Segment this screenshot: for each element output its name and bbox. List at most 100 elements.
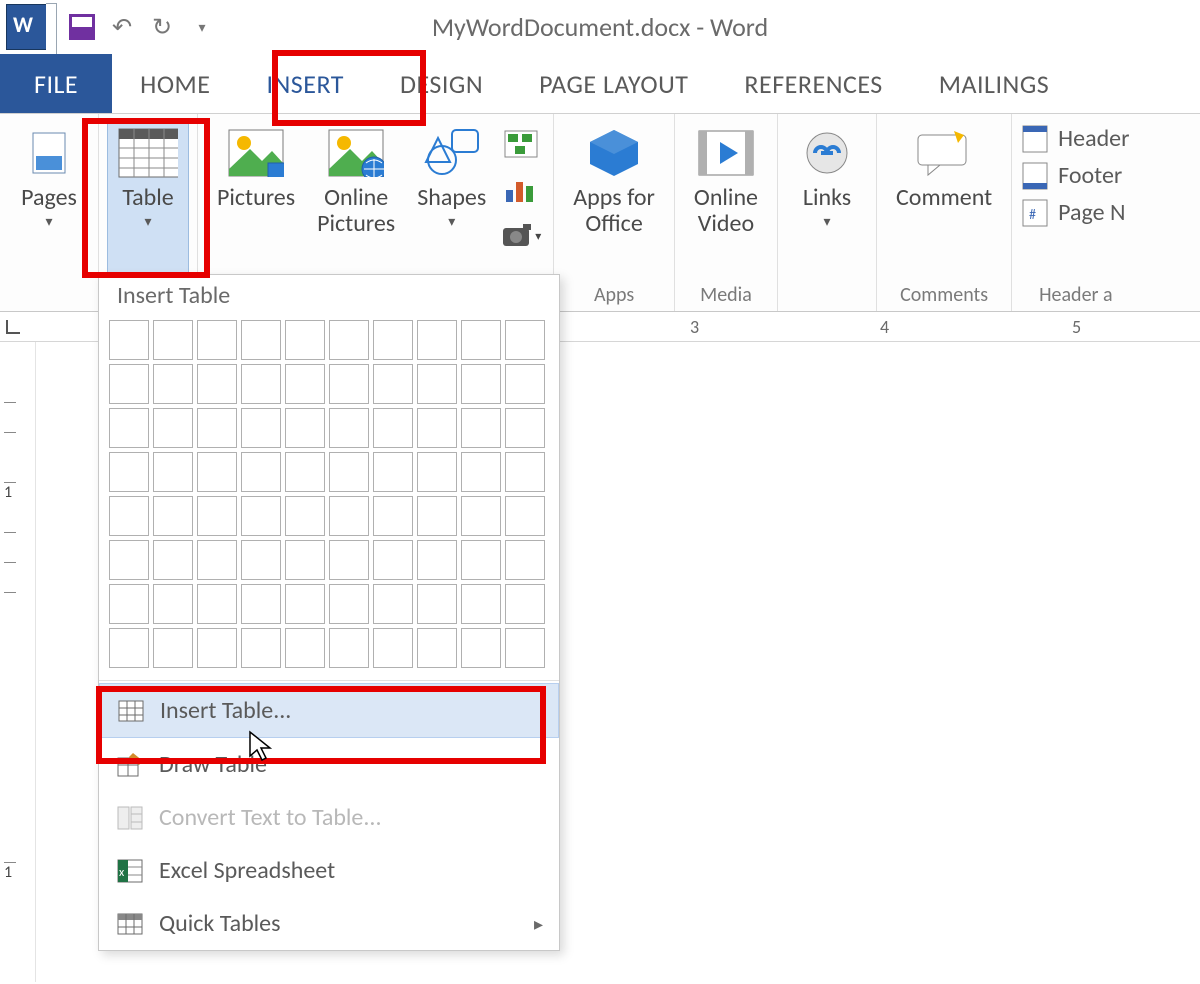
grid-cell[interactable] xyxy=(109,408,149,448)
grid-cell[interactable] xyxy=(505,320,545,360)
page-number-button[interactable]: # Page N xyxy=(1022,198,1129,227)
grid-cell[interactable] xyxy=(197,584,237,624)
smartart-button[interactable] xyxy=(501,124,541,164)
grid-cell[interactable] xyxy=(417,364,457,404)
grid-cell[interactable] xyxy=(153,452,193,492)
grid-cell[interactable] xyxy=(197,320,237,360)
grid-cell[interactable] xyxy=(505,496,545,536)
grid-cell[interactable] xyxy=(197,628,237,668)
grid-cell[interactable] xyxy=(153,496,193,536)
grid-cell[interactable] xyxy=(197,408,237,448)
grid-cell[interactable] xyxy=(461,584,501,624)
menu-quick-tables[interactable]: Quick Tables ▸ xyxy=(99,897,559,950)
grid-cell[interactable] xyxy=(417,628,457,668)
grid-cell[interactable] xyxy=(329,452,369,492)
grid-cell[interactable] xyxy=(373,452,413,492)
grid-cell[interactable] xyxy=(329,584,369,624)
grid-cell[interactable] xyxy=(505,540,545,580)
grid-cell[interactable] xyxy=(373,540,413,580)
grid-cell[interactable] xyxy=(197,364,237,404)
grid-cell[interactable] xyxy=(505,584,545,624)
grid-cell[interactable] xyxy=(153,628,193,668)
grid-cell[interactable] xyxy=(505,408,545,448)
grid-cell[interactable] xyxy=(153,540,193,580)
qat-customize-button[interactable]: ▾ xyxy=(182,7,222,47)
tab-mailings[interactable]: MAILINGS xyxy=(911,54,1077,113)
grid-cell[interactable] xyxy=(329,496,369,536)
grid-cell[interactable] xyxy=(285,628,325,668)
grid-cell[interactable] xyxy=(373,584,413,624)
undo-button[interactable]: ↶ xyxy=(102,7,142,47)
grid-cell[interactable] xyxy=(285,408,325,448)
grid-cell[interactable] xyxy=(285,452,325,492)
chart-button[interactable] xyxy=(501,170,541,210)
footer-button[interactable]: Footer xyxy=(1022,161,1129,190)
tab-file[interactable]: FILE xyxy=(0,54,112,113)
grid-cell[interactable] xyxy=(373,320,413,360)
grid-cell[interactable] xyxy=(153,408,193,448)
grid-cell[interactable] xyxy=(461,408,501,448)
grid-cell[interactable] xyxy=(505,452,545,492)
grid-cell[interactable] xyxy=(285,584,325,624)
grid-cell[interactable] xyxy=(241,408,281,448)
grid-cell[interactable] xyxy=(197,496,237,536)
grid-cell[interactable] xyxy=(329,364,369,404)
grid-cell[interactable] xyxy=(417,452,457,492)
grid-cell[interactable] xyxy=(197,540,237,580)
save-button[interactable] xyxy=(62,7,102,47)
table-size-grid[interactable] xyxy=(99,320,559,678)
vertical-ruler[interactable]: 1 1 xyxy=(0,342,36,982)
grid-cell[interactable] xyxy=(109,320,149,360)
grid-cell[interactable] xyxy=(417,540,457,580)
grid-cell[interactable] xyxy=(241,320,281,360)
apps-for-office-button[interactable]: Apps for Office xyxy=(562,118,666,283)
grid-cell[interactable] xyxy=(461,628,501,668)
grid-cell[interactable] xyxy=(285,540,325,580)
grid-cell[interactable] xyxy=(461,364,501,404)
grid-cell[interactable] xyxy=(417,496,457,536)
grid-cell[interactable] xyxy=(373,364,413,404)
grid-cell[interactable] xyxy=(505,364,545,404)
grid-cell[interactable] xyxy=(329,540,369,580)
links-button[interactable]: Links ▾ xyxy=(786,118,868,309)
grid-cell[interactable] xyxy=(109,496,149,536)
grid-cell[interactable] xyxy=(241,496,281,536)
grid-cell[interactable] xyxy=(461,496,501,536)
grid-cell[interactable] xyxy=(241,364,281,404)
online-video-button[interactable]: Online Video xyxy=(683,118,769,283)
grid-cell[interactable] xyxy=(109,364,149,404)
grid-cell[interactable] xyxy=(329,320,369,360)
tab-references[interactable]: REFERENCES xyxy=(716,54,910,113)
grid-cell[interactable] xyxy=(109,584,149,624)
tab-page-layout[interactable]: PAGE LAYOUT xyxy=(511,54,716,113)
comment-button[interactable]: Comment xyxy=(885,118,1003,283)
grid-cell[interactable] xyxy=(329,408,369,448)
grid-cell[interactable] xyxy=(197,452,237,492)
grid-cell[interactable] xyxy=(417,408,457,448)
grid-cell[interactable] xyxy=(109,540,149,580)
tab-home[interactable]: HOME xyxy=(112,54,238,113)
grid-cell[interactable] xyxy=(373,628,413,668)
pages-button[interactable]: Pages ▾ xyxy=(8,118,90,309)
grid-cell[interactable] xyxy=(241,452,281,492)
grid-cell[interactable] xyxy=(461,320,501,360)
grid-cell[interactable] xyxy=(153,364,193,404)
menu-excel-spreadsheet[interactable]: x Excel Spreadsheet xyxy=(99,844,559,897)
grid-cell[interactable] xyxy=(461,540,501,580)
grid-cell[interactable] xyxy=(373,496,413,536)
grid-cell[interactable] xyxy=(285,496,325,536)
grid-cell[interactable] xyxy=(241,584,281,624)
grid-cell[interactable] xyxy=(109,452,149,492)
grid-cell[interactable] xyxy=(109,628,149,668)
grid-cell[interactable] xyxy=(153,584,193,624)
grid-cell[interactable] xyxy=(417,584,457,624)
screenshot-button[interactable]: ▾ xyxy=(501,216,541,256)
grid-cell[interactable] xyxy=(241,628,281,668)
grid-cell[interactable] xyxy=(373,408,413,448)
grid-cell[interactable] xyxy=(285,364,325,404)
grid-cell[interactable] xyxy=(329,628,369,668)
grid-cell[interactable] xyxy=(153,320,193,360)
grid-cell[interactable] xyxy=(417,320,457,360)
redo-button[interactable]: ↻ xyxy=(142,7,182,47)
grid-cell[interactable] xyxy=(505,628,545,668)
